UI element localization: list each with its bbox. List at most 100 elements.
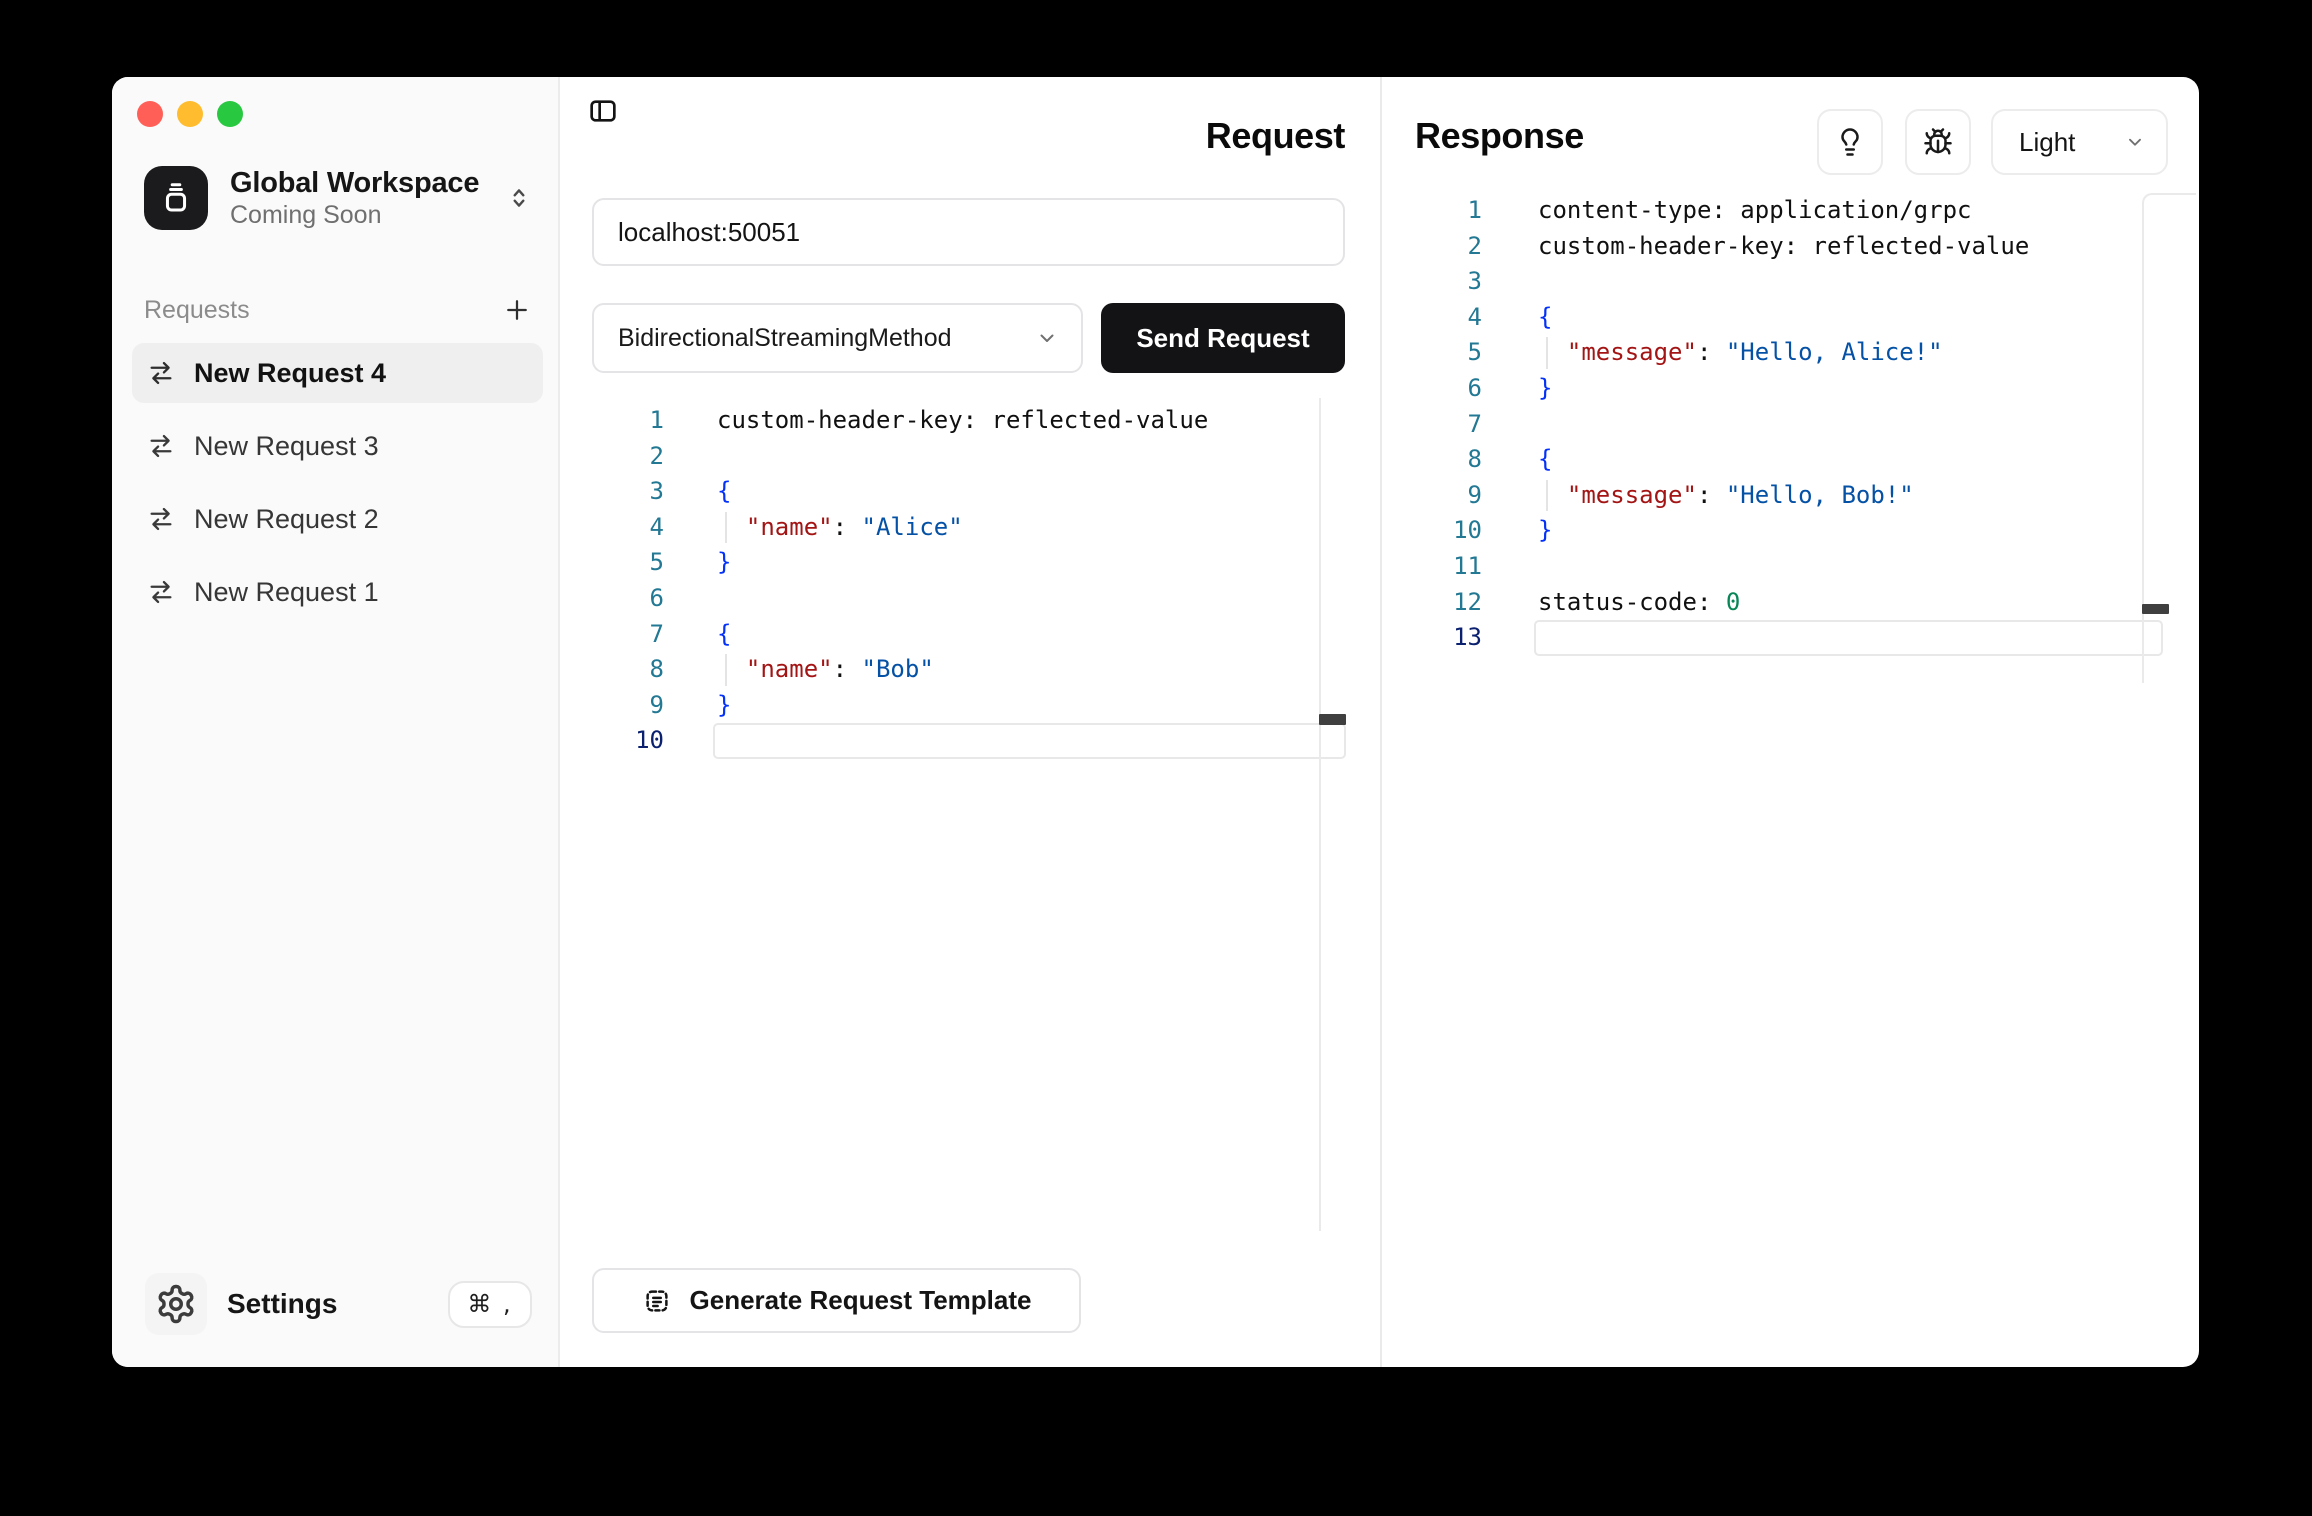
line-number: 5 bbox=[1382, 335, 1482, 371]
workspace-archive-icon bbox=[144, 166, 208, 230]
response-editor[interactable]: 12345678910111213 content-type: applicat… bbox=[1382, 193, 2199, 663]
gear-icon bbox=[145, 1273, 207, 1335]
indent-guide bbox=[725, 512, 727, 544]
transfer-arrows-icon bbox=[147, 359, 175, 387]
chevron-down-icon bbox=[1035, 326, 1059, 350]
request-panel: Request BidirectionalStreamingMethod Sen… bbox=[560, 77, 1380, 1367]
code-line[interactable]: custom-header-key: reflected-value bbox=[1538, 229, 2199, 265]
code-line[interactable]: { bbox=[717, 617, 1380, 653]
chevron-down-icon bbox=[2124, 131, 2146, 153]
indent-guide bbox=[725, 654, 727, 686]
requests-label: Requests bbox=[144, 296, 250, 325]
workspace-text: Global Workspace Coming Soon bbox=[230, 166, 479, 230]
line-number: 1 bbox=[560, 403, 664, 439]
server-url-input[interactable] bbox=[592, 198, 1345, 266]
code-line[interactable]: } bbox=[1538, 371, 2199, 407]
sidebar-item-new-request-2[interactable]: New Request 2 bbox=[132, 489, 543, 549]
code-line[interactable]: { bbox=[717, 474, 1380, 510]
request-code-area[interactable]: custom-header-key: reflected-value { "nam… bbox=[717, 403, 1380, 759]
sidebar-item-new-request-1[interactable]: New Request 1 bbox=[132, 562, 543, 622]
sidebar-item-label: New Request 1 bbox=[194, 577, 379, 608]
line-number: 9 bbox=[1382, 478, 1482, 514]
hint-button[interactable] bbox=[1817, 109, 1883, 175]
add-request-button[interactable] bbox=[502, 295, 532, 325]
line-number: 11 bbox=[1382, 549, 1482, 585]
line-number: 4 bbox=[560, 510, 664, 546]
sidebar-toggle-icon bbox=[587, 95, 619, 127]
active-code-line[interactable] bbox=[1534, 620, 2163, 656]
sidebar-item-new-request-3[interactable]: New Request 3 bbox=[132, 416, 543, 476]
workspace-subtitle: Coming Soon bbox=[230, 200, 479, 230]
requests-header: Requests bbox=[144, 291, 532, 329]
editor-ruler-line bbox=[1319, 398, 1321, 1231]
sidebar-item-label: New Request 2 bbox=[194, 504, 379, 535]
sidebar-toggle-button[interactable] bbox=[587, 95, 621, 129]
active-code-line[interactable] bbox=[713, 723, 1346, 759]
line-number: 7 bbox=[1382, 407, 1482, 443]
code-line[interactable] bbox=[1538, 549, 2199, 585]
settings-shortcut-badge: ⌘ , bbox=[448, 1281, 532, 1328]
indent-guide bbox=[1546, 480, 1548, 512]
generate-template-label: Generate Request Template bbox=[690, 1285, 1032, 1316]
line-number: 3 bbox=[1382, 264, 1482, 300]
line-number: 6 bbox=[1382, 371, 1482, 407]
response-panel: Response Light 1234567891011 bbox=[1382, 77, 2199, 1367]
request-title: Request bbox=[1206, 115, 1345, 157]
bug-icon bbox=[1923, 127, 1953, 157]
theme-dropdown[interactable]: Light bbox=[1991, 109, 2168, 175]
indent-guide bbox=[1546, 337, 1548, 369]
chevron-up-down-icon bbox=[506, 185, 532, 211]
line-number: 9 bbox=[560, 688, 664, 724]
close-button[interactable] bbox=[137, 101, 163, 127]
code-line[interactable] bbox=[1538, 264, 2199, 300]
line-number: 10 bbox=[560, 723, 664, 759]
code-line[interactable] bbox=[717, 581, 1380, 617]
line-number: 1 bbox=[1382, 193, 1482, 229]
code-line[interactable]: content-type: application/grpc bbox=[1538, 193, 2199, 229]
generate-template-button[interactable]: Generate Request Template bbox=[592, 1268, 1081, 1333]
app-window: Global Workspace Coming Soon Requests bbox=[112, 77, 2199, 1367]
line-number: 5 bbox=[560, 545, 664, 581]
sidebar-item-new-request-4[interactable]: New Request 4 bbox=[132, 343, 543, 403]
code-line[interactable]: "name": "Alice" bbox=[717, 510, 1380, 546]
response-code-area[interactable]: content-type: application/grpccustom-hea… bbox=[1538, 193, 2199, 656]
settings-button[interactable]: Settings ⌘ , bbox=[145, 1273, 532, 1335]
send-request-button[interactable]: Send Request bbox=[1101, 303, 1345, 373]
method-dropdown-value: BidirectionalStreamingMethod bbox=[618, 324, 952, 353]
method-dropdown[interactable]: BidirectionalStreamingMethod bbox=[592, 303, 1083, 373]
code-line[interactable]: "message": "Hello, Alice!" bbox=[1538, 335, 2199, 371]
code-line[interactable] bbox=[1538, 407, 2199, 443]
code-line[interactable]: } bbox=[717, 545, 1380, 581]
workspace-title: Global Workspace bbox=[230, 166, 479, 200]
line-number: 4 bbox=[1382, 300, 1482, 336]
sidebar-item-label: New Request 3 bbox=[194, 431, 379, 462]
code-line[interactable] bbox=[717, 439, 1380, 475]
code-line[interactable]: } bbox=[1538, 513, 2199, 549]
debug-button[interactable] bbox=[1905, 109, 1971, 175]
transfer-arrows-icon bbox=[147, 432, 175, 460]
request-list: New Request 4 New Request 3 New Request … bbox=[112, 343, 558, 635]
line-number: 8 bbox=[1382, 442, 1482, 478]
cursor-position-marker bbox=[1319, 714, 1346, 725]
line-number: 8 bbox=[560, 652, 664, 688]
window-controls bbox=[137, 101, 243, 127]
code-line[interactable]: "message": "Hello, Bob!" bbox=[1538, 478, 2199, 514]
request-editor[interactable]: 12345678910 custom-header-key: reflected… bbox=[560, 403, 1380, 763]
transfer-arrows-icon bbox=[147, 505, 175, 533]
code-line[interactable]: { bbox=[1538, 300, 2199, 336]
theme-dropdown-value: Light bbox=[2019, 127, 2075, 158]
code-line[interactable]: custom-header-key: reflected-value bbox=[717, 403, 1380, 439]
plus-icon bbox=[502, 295, 532, 325]
template-icon bbox=[642, 1286, 672, 1316]
zoom-button[interactable] bbox=[217, 101, 243, 127]
workspace-selector[interactable]: Global Workspace Coming Soon bbox=[144, 165, 540, 231]
code-line[interactable]: status-code: 0 bbox=[1538, 585, 2199, 621]
code-line[interactable]: } bbox=[717, 688, 1380, 724]
line-number: 3 bbox=[560, 474, 664, 510]
line-number: 10 bbox=[1382, 513, 1482, 549]
line-number: 2 bbox=[1382, 229, 1482, 265]
minimize-button[interactable] bbox=[177, 101, 203, 127]
code-line[interactable]: "name": "Bob" bbox=[717, 652, 1380, 688]
code-line[interactable]: { bbox=[1538, 442, 2199, 478]
line-number: 12 bbox=[1382, 585, 1482, 621]
